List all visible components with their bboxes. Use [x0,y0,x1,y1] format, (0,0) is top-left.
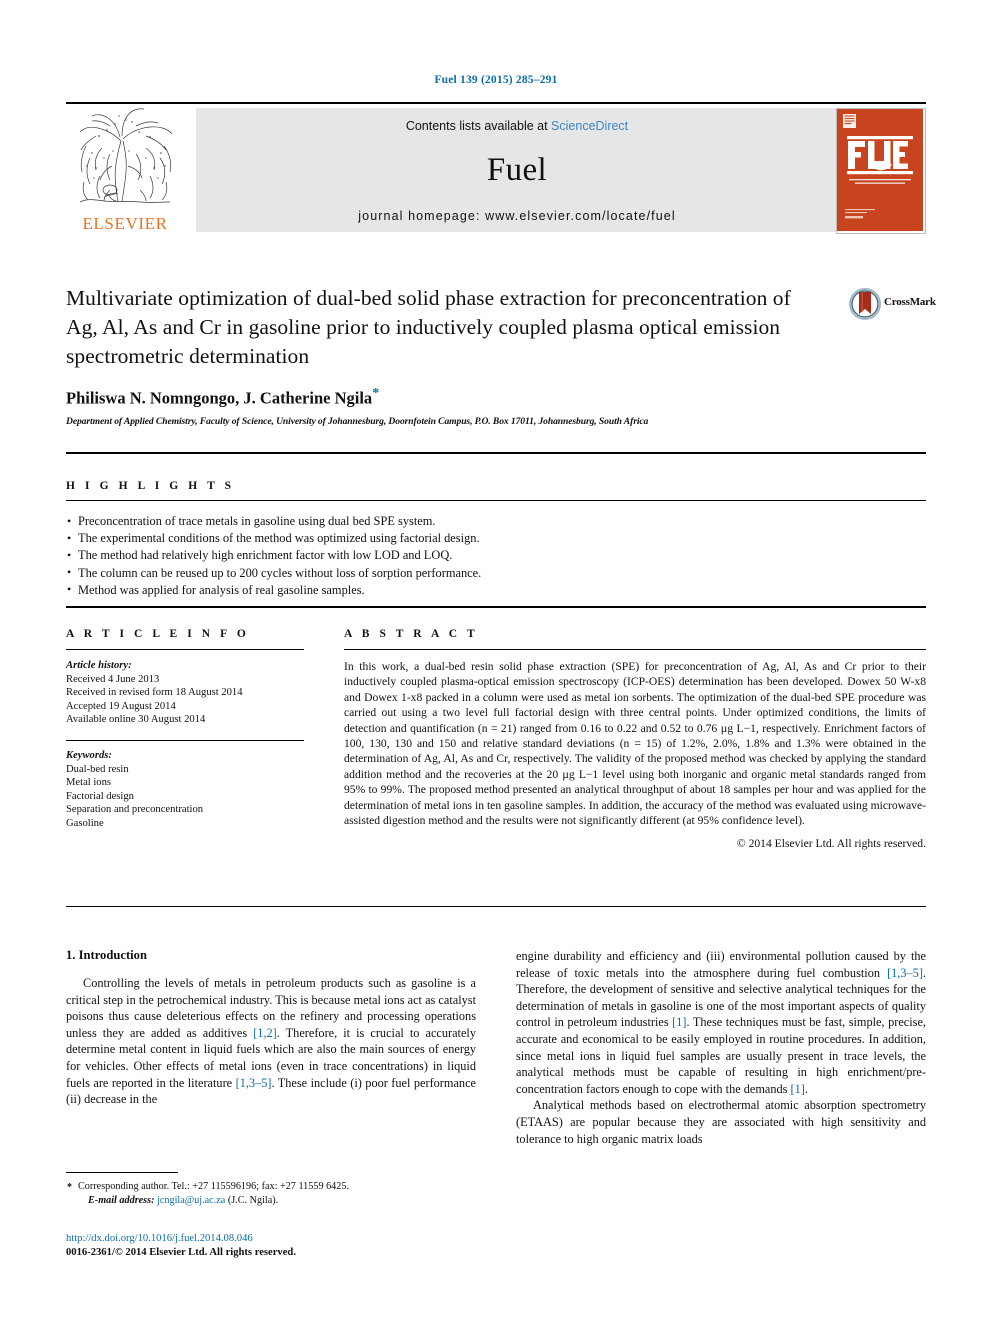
highlights-list: Preconcentration of trace metals in gaso… [66,512,926,599]
keyword-item: Factorial design [66,790,134,802]
imprint-block: http://dx.doi.org/10.1016/j.fuel.2014.08… [66,1232,486,1261]
doi-link[interactable]: http://dx.doi.org/10.1016/j.fuel.2014.08… [66,1232,486,1246]
contents-prefix: Contents lists available at [405,119,552,133]
email-link[interactable]: jcngila@uj.ac.za [157,1195,225,1206]
list-item: The experimental conditions of the metho… [66,530,926,547]
journal-cover-thumbnail [836,108,926,234]
keywords-block: Keywords: Dual-bed resin Metal ions Fact… [66,739,304,831]
title-block: Multivariate optimization of dual-bed so… [66,284,826,427]
intro-paragraph-right-1: engine durability and efficiency and (ii… [516,948,926,1097]
corresponding-text: Corresponding author. Tel.: +27 11559619… [78,1181,350,1193]
citation-ref[interactable]: [1,3–5] [236,1076,272,1090]
keyword-item: Separation and preconcentration [66,804,204,816]
section-title-introduction: 1. Introduction [66,948,147,962]
fuel-cover-image [837,109,923,231]
citation-ref[interactable]: [1] [672,1015,686,1029]
journal-masthead: ELSEVIER Contents lists available at Sci… [66,102,926,234]
body-column-left: 1. Introduction Controlling the levels o… [66,948,476,1108]
list-item: The method had relatively high enrichmen… [66,547,926,564]
footnote-block: * Corresponding author. Tel.: +27 1155961… [66,1172,476,1208]
intro-text-d: . [804,1081,808,1096]
article-history-label: Article history: [66,660,132,671]
highlights-heading: H I G H L I G H T S [66,480,235,492]
keyword-item: Gasoline [66,817,104,829]
body-top-rule [66,906,926,908]
body-columns: 1. Introduction Controlling the levels o… [66,948,940,1208]
highlights-section: H I G H L I G H T S Preconcentration of … [66,480,926,599]
corresponding-author-marker: * [372,386,380,401]
abstract-text: In this work, a dual-bed resin solid pha… [344,660,926,828]
journal-title: Fuel [486,152,548,188]
citation-ref[interactable]: [1] [791,1082,805,1096]
crossmark-badge[interactable]: CrossMark [848,287,940,321]
abstract-rule [344,649,926,650]
corresponding-author-note: * Corresponding author. Tel.: +27 1155961… [66,1180,476,1194]
history-line: Received in revised form 18 August 2014 [66,687,243,699]
sciencedirect-link[interactable]: ScienceDirect [551,119,628,133]
keyword-item: Dual-bed resin [66,763,129,775]
intro-text-a: engine durability and efficiency and (ii… [516,949,926,980]
keyword-item: Metal ions [66,777,112,789]
list-item: Preconcentration of trace metals in gaso… [66,512,926,530]
article-info-heading: A R T I C L E I N F O [66,628,250,640]
journal-homepage-link[interactable]: journal homepage: www.elsevier.com/locat… [196,209,838,223]
highlights-rule [66,500,926,501]
asterisk-icon: * [67,1182,72,1194]
history-line: Accepted 19 August 2014 [66,700,176,712]
footnote-rule [66,1172,178,1174]
issn-copyright-line: 0016-2361/© 2014 Elsevier Ltd. All right… [66,1247,296,1259]
elsevier-wordmark: ELSEVIER [82,214,168,233]
history-line: Available online 30 August 2014 [66,714,206,726]
info-top-rule [66,606,926,608]
list-item: The column can be reused up to 200 cycle… [66,564,926,582]
page-title: Multivariate optimization of dual-bed so… [66,286,791,368]
highlights-top-rule [66,452,926,454]
article-info-column: A R T I C L E I N F O Article history: R… [66,628,304,831]
history-line: Received 4 June 2013 [66,673,160,685]
contents-line: Contents lists available at ScienceDirec… [196,119,838,133]
abstract-copyright: © 2014 Elsevier Ltd. All rights reserved… [736,837,926,851]
article-history: Article history: Received 4 June 2013 Re… [66,659,304,727]
article-page: Fuel 139 (2015) 285–291 ELSEVIER Content… [0,0,992,1323]
keywords-label: Keywords: [66,749,112,761]
intro-paragraph-right-2: Analytical methods based on electrotherm… [516,1098,926,1146]
email-label: E-mail address: [88,1195,155,1207]
elsevier-tree-icon [79,108,173,203]
intro-paragraph-left: Controlling the levels of metals in petr… [66,975,476,1108]
running-head: Fuel 139 (2015) 285–291 [434,74,558,86]
citation-ref[interactable]: [1,2] [253,1026,277,1040]
affiliation: Department of Applied Chemistry, Faculty… [66,415,649,427]
body-column-right: engine durability and efficiency and (ii… [516,948,926,1147]
crossmark-icon [849,288,881,320]
crossmark-label: CrossMark [884,296,936,308]
elsevier-logo: ELSEVIER [66,106,184,234]
keywords-rule [66,739,304,741]
author-names: Philiswa N. Nomngongo, J. Catherine Ngil… [66,388,373,408]
abstract-column: A B S T R A C T In this work, a dual-bed… [344,628,926,850]
author-list: Philiswa N. Nomngongo, J. Catherine Ngil… [66,386,826,409]
article-info-rule [66,649,304,650]
abstract-heading: A B S T R A C T [344,628,479,640]
email-owner: (J.C. Ngila). [227,1195,279,1207]
journal-band: Contents lists available at ScienceDirec… [196,108,838,232]
email-note: E-mail address: jcngila@uj.ac.za (J.C. N… [66,1194,476,1208]
list-item: Method was applied for analysis of real … [66,581,926,599]
masthead-top-rule [66,102,926,104]
citation-ref[interactable]: [1,3–5] [887,966,923,980]
